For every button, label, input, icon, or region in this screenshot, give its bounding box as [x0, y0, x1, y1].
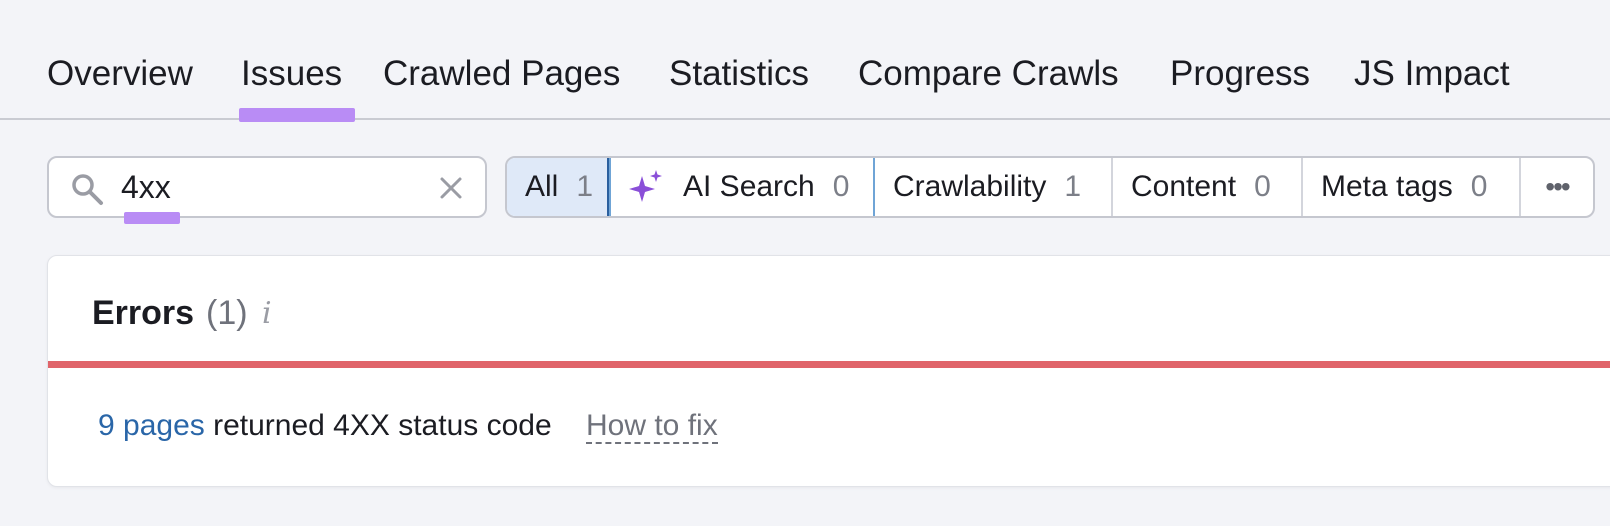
tab-crawled-pages[interactable]: Crawled Pages	[383, 52, 620, 96]
issue-category-filter: All 1 AI Search 0 Crawlability 1 Content…	[505, 156, 1595, 218]
errors-count: (1)	[206, 294, 248, 332]
errors-card: Errors (1) i 9 pages returned 4XX status…	[47, 255, 1610, 487]
error-severity-bar	[48, 361, 1610, 368]
filter-count: 1	[576, 170, 594, 203]
filter-ai-search[interactable]: AI Search 0	[609, 158, 875, 216]
filter-meta-tags[interactable]: Meta tags 0	[1303, 158, 1521, 216]
tab-progress[interactable]: Progress	[1170, 52, 1310, 96]
filter-label: Content	[1131, 170, 1237, 203]
tab-statistics[interactable]: Statistics	[669, 52, 809, 96]
filter-all[interactable]: All 1	[507, 158, 609, 216]
errors-heading: Errors	[92, 294, 195, 332]
search-icon	[72, 174, 103, 205]
filter-count: 0	[832, 170, 850, 203]
tab-issues[interactable]: Issues	[241, 52, 342, 96]
filter-count: 1	[1064, 170, 1082, 203]
filter-crawlability[interactable]: Crawlability 1	[875, 158, 1113, 216]
filter-count: 0	[1254, 170, 1271, 203]
filter-label: All	[525, 170, 559, 203]
how-to-fix-link[interactable]: How to fix	[586, 409, 718, 444]
filter-content[interactable]: Content 0	[1113, 158, 1303, 216]
issue-description: returned 4XX status code	[213, 409, 552, 442]
search-input[interactable]: 4xx	[47, 156, 487, 224]
tab-bar: Overview Issues Crawled Pages Statistics…	[0, 0, 1610, 122]
more-filters-button[interactable]: •••	[1521, 158, 1593, 216]
search-query[interactable]: 4xx	[121, 167, 171, 207]
tab-js-impact[interactable]: JS Impact	[1354, 52, 1510, 96]
tab-overview[interactable]: Overview	[47, 52, 193, 96]
filter-label: AI Search	[683, 170, 815, 203]
sparkle-icon	[629, 170, 662, 202]
tab-compare-crawls[interactable]: Compare Crawls	[858, 52, 1119, 96]
affected-pages-link[interactable]: 9 pages	[98, 409, 205, 442]
filter-count: 0	[1470, 170, 1488, 203]
issue-row: 9 pages returned 4XX status code How to …	[98, 406, 718, 446]
more-icon: •••	[1545, 171, 1570, 202]
info-icon[interactable]: i	[262, 296, 272, 331]
search-highlight	[124, 212, 180, 224]
filter-label: Crawlability	[893, 170, 1047, 203]
close-icon[interactable]	[437, 174, 465, 202]
filter-label: Meta tags	[1321, 170, 1453, 203]
active-tab-indicator	[239, 108, 355, 122]
